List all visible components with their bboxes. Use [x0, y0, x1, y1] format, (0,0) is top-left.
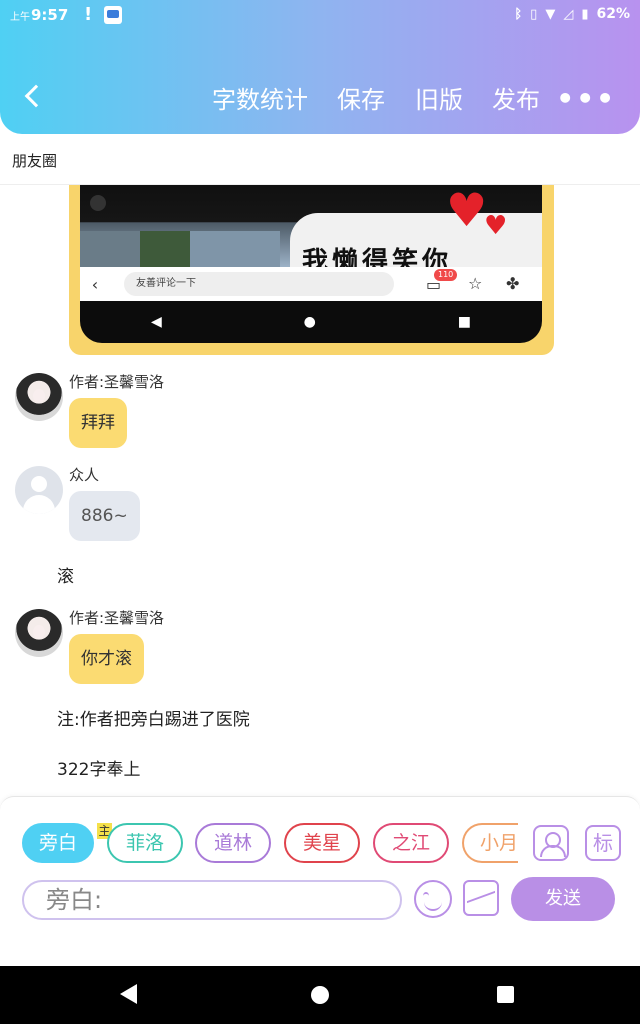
embedded-screenshot: 我懒得笑你 ♥ ♥ ‹ 友善评论一下 ▭ 110 ☆ ✤ ◀ ● ■	[80, 185, 542, 343]
vibrate-icon: ▯	[530, 6, 538, 22]
status-icons: ᛒ ▯ ▼ ◿ ▮ 62%	[514, 6, 630, 22]
background-scene	[80, 231, 280, 267]
character-chip-xiaoyue[interactable]: 小月	[462, 823, 518, 863]
speaker-name: 众人	[69, 466, 100, 484]
back-button[interactable]	[18, 78, 48, 112]
more-menu-button[interactable]: •••	[556, 82, 616, 115]
message-bubble[interactable]: 886~	[69, 491, 140, 541]
status-bar: 上午9:57 ! ᛒ ▯ ▼ ◿ ▮ 62%	[0, 0, 640, 32]
star-icon: ☆	[468, 274, 483, 293]
image-icon[interactable]	[463, 880, 499, 916]
publish-button[interactable]: 发布	[492, 80, 540, 115]
embedded-comment-bar: ‹ 友善评论一下 ▭ 110 ☆ ✤	[80, 267, 542, 301]
wifi-icon: ▼	[545, 6, 556, 22]
character-chip-daolin[interactable]: 道林	[195, 823, 271, 863]
speaker-name: 作者:圣馨雪洛	[69, 609, 165, 627]
tag-button[interactable]: 标	[585, 825, 621, 861]
speaker-name: 作者:圣馨雪洛	[69, 373, 165, 391]
embedded-image-card[interactable]: 我懒得笑你 ♥ ♥ ‹ 友善评论一下 ▭ 110 ☆ ✤ ◀ ● ■	[69, 185, 554, 355]
camera-dot	[90, 195, 106, 211]
back-triangle-icon[interactable]	[120, 984, 137, 1004]
emoji-icon[interactable]	[414, 880, 452, 918]
character-chip-narrator[interactable]: 旁白	[22, 823, 94, 863]
signal-icon: ◿	[563, 6, 574, 22]
battery-percent: 62%	[596, 6, 630, 22]
avatar[interactable]	[15, 609, 63, 657]
back-triangle-icon: ◀	[150, 314, 162, 330]
chevron-left-icon: ‹	[91, 274, 99, 294]
meme-photo: 我懒得笑你 ♥ ♥	[80, 185, 542, 277]
navbar: 字数统计 保存 旧版 发布 •••	[0, 70, 640, 122]
home-circle-icon[interactable]	[311, 986, 329, 1004]
narration-text[interactable]: 滚	[57, 562, 74, 587]
bluetooth-icon: ᛒ	[514, 6, 523, 22]
send-button[interactable]: 发送	[511, 877, 615, 921]
heart-icon: ♥	[484, 211, 508, 241]
word-count-button[interactable]: 字数统计	[212, 80, 308, 115]
avatar[interactable]	[15, 466, 63, 514]
narration-text[interactable]: 注:作者把旁白踢进了医院	[57, 705, 250, 730]
battery-icon: ▮	[581, 6, 589, 22]
narration-text[interactable]: 322字奉上	[57, 755, 140, 780]
message-input[interactable]: 旁白:	[22, 880, 402, 920]
page-subtitle: 朋友圈	[12, 152, 58, 170]
message-bubble[interactable]: 拜拜	[69, 398, 127, 448]
screen: 上午9:57 ! ᛒ ▯ ▼ ◿ ▮ 62% 字数统计 保存 旧版 发布 •••…	[0, 0, 640, 1024]
avatar[interactable]	[15, 373, 63, 421]
save-button[interactable]: 保存	[337, 80, 385, 115]
time-label: 9:57	[31, 6, 69, 24]
recent-square-icon: ■	[457, 314, 472, 330]
character-chip-feiluo[interactable]: 菲洛	[107, 823, 183, 863]
header: 上午9:57 ! ᛒ ▯ ▼ ◿ ▮ 62% 字数统计 保存 旧版 发布 •••	[0, 0, 640, 134]
system-nav-bar	[0, 966, 640, 1024]
alert-icon: !	[84, 4, 93, 25]
add-character-button[interactable]	[533, 825, 569, 861]
heart-icon: ♥	[446, 185, 488, 237]
old-version-button[interactable]: 旧版	[415, 80, 463, 115]
paw-icon: ✤	[506, 274, 520, 293]
ampm-label: 上午	[10, 12, 30, 23]
character-chip-zhijiang[interactable]: 之江	[373, 823, 449, 863]
comment-count-badge: 110	[434, 269, 458, 281]
app-notification-icon	[104, 6, 122, 24]
home-circle-icon: ●	[303, 314, 316, 330]
clock: 上午9:57	[10, 6, 68, 24]
character-chip-meixing[interactable]: 美星	[284, 823, 360, 863]
embedded-nav-bar: ◀ ● ■	[80, 301, 542, 343]
embedded-comment-input: 友善评论一下	[124, 272, 394, 296]
message-bubble[interactable]: 你才滚	[69, 634, 144, 684]
recent-apps-icon[interactable]	[497, 986, 514, 1003]
